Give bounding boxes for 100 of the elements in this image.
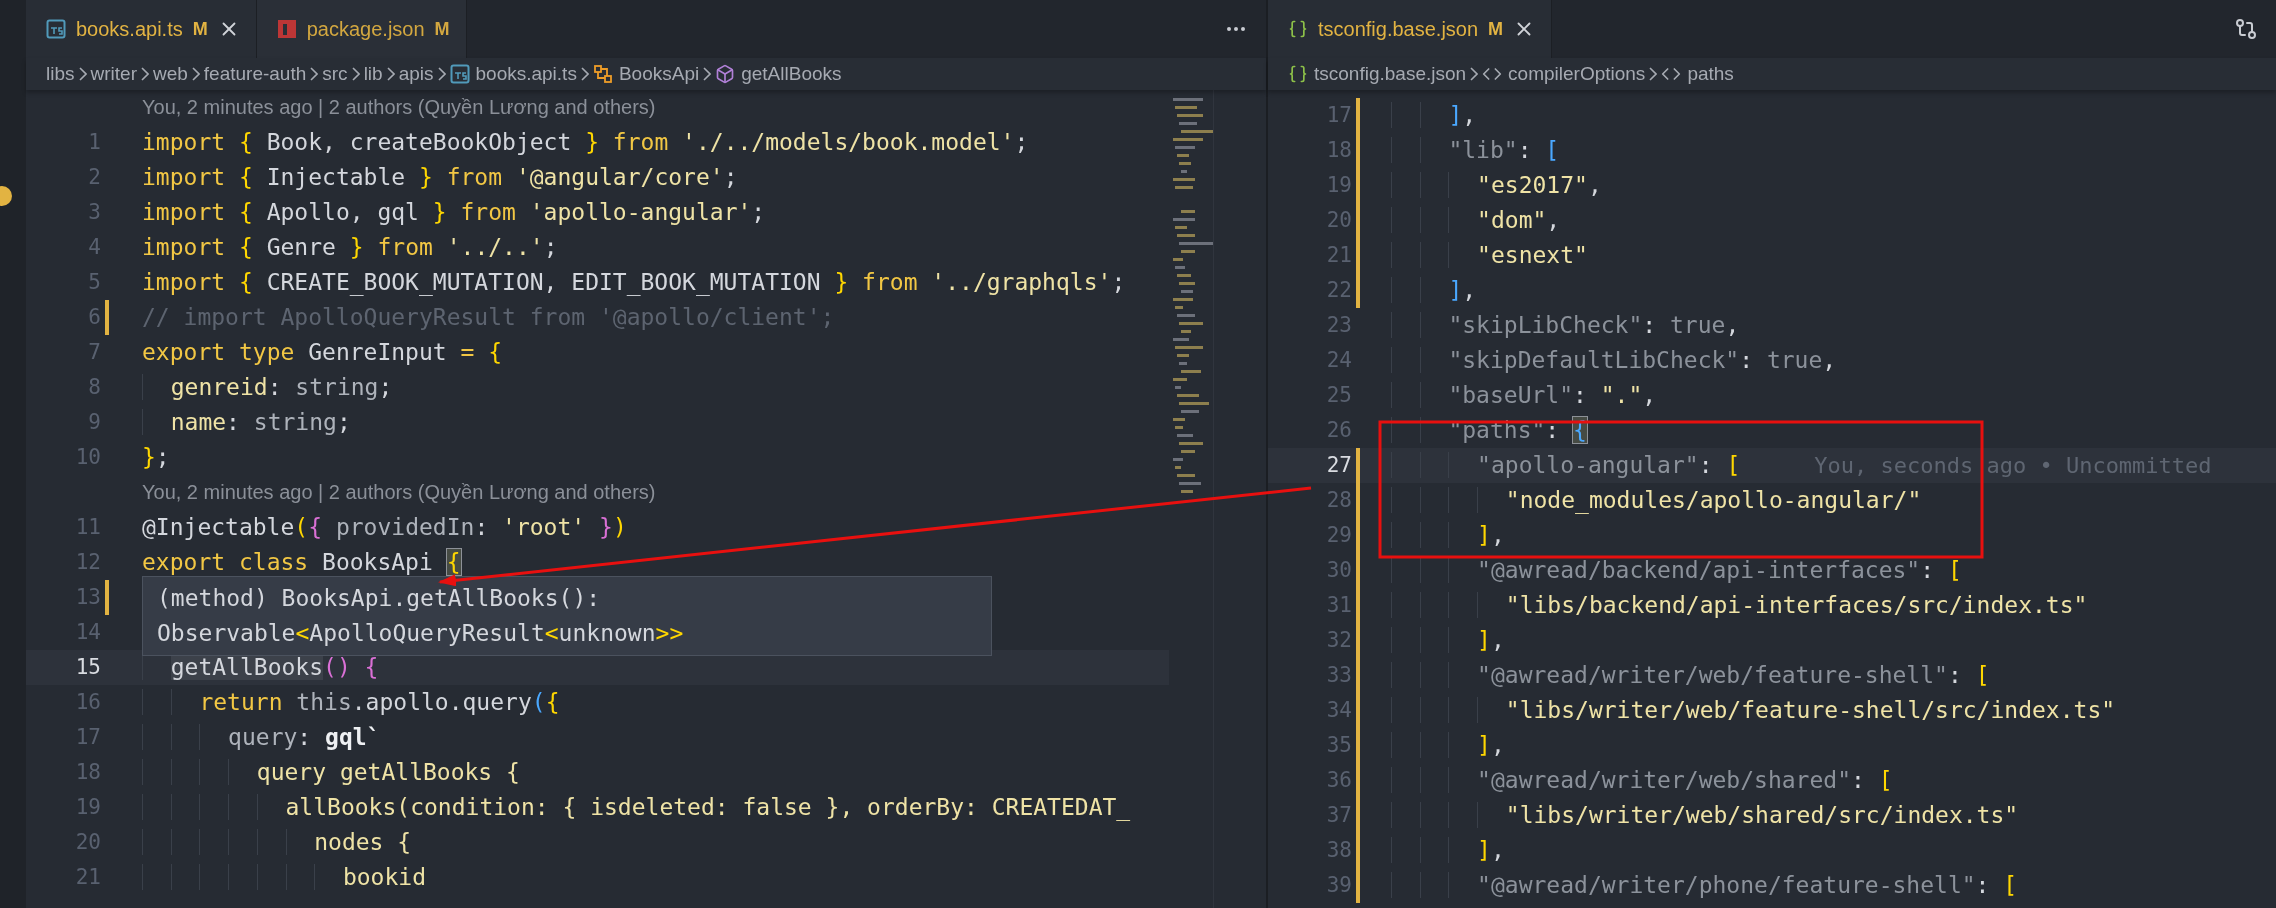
line-number: 8 [87, 374, 101, 401]
code-line: @Injectable({ providedIn: 'root' }) [142, 513, 627, 542]
line-number: 29 [1325, 522, 1352, 549]
breadcrumb-item[interactable]: web [152, 63, 188, 85]
code-line: "lib": [ [1391, 133, 1560, 168]
code-line: export class BooksApi { [142, 548, 461, 577]
editor-tab[interactable]: package.json M [256, 0, 467, 58]
line-number: 30 [1325, 557, 1352, 584]
line-number: 20 [1325, 207, 1352, 234]
breadcrumb-item[interactable]: feature-auth [203, 63, 307, 85]
breadcrumb-item[interactable]: compilerOptions [1482, 63, 1646, 85]
hover-tooltip: (method) BooksApi.getAllBooks(): Observable<ApolloQueryResult<unknown>> [142, 576, 992, 656]
line-number: 18 [74, 759, 101, 786]
chevron-right-icon [140, 67, 149, 81]
code-line: "libs/writer/web/shared/src/index.ts" [1391, 798, 2019, 833]
code-line: query: gql` [142, 720, 381, 755]
chevron-right-icon [191, 67, 200, 81]
line-number: 22 [1325, 277, 1352, 304]
line-number: 27 [1325, 452, 1352, 479]
blame-annotation[interactable]: You, 2 minutes ago | 2 authors (Quyền Lương and others) [142, 90, 656, 125]
line-number: 39 [1325, 872, 1352, 899]
line-number: 21 [1325, 242, 1352, 269]
line-number: 33 [1325, 662, 1352, 689]
line-number: 25 [1325, 382, 1352, 409]
breadcrumb-item[interactable]: apis [398, 63, 434, 85]
line-number: 3 [87, 199, 101, 226]
breadcrumb-item[interactable]: writer [90, 63, 137, 85]
code-line: bookid [142, 860, 426, 895]
class-icon [592, 64, 613, 84]
code-line: ], [1391, 273, 1477, 308]
line-number: 38 [1325, 837, 1352, 864]
line-number: 36 [1325, 767, 1352, 794]
line-number: 18 [1325, 137, 1352, 164]
blame-annotation[interactable]: You, 2 minutes ago | 2 authors (Quyền Lương and others) [142, 475, 656, 510]
code-line: ], [1391, 728, 1505, 763]
code-line: return this.apollo.query({ [142, 685, 560, 720]
breadcrumb-item[interactable]: tsconfig.base.json [1288, 63, 1467, 85]
code-line: genreid: string; [142, 370, 393, 405]
line-number: 20 [74, 829, 101, 856]
chevron-right-icon [310, 67, 319, 81]
line-number: 9 [87, 409, 101, 436]
typescript-file-icon [449, 64, 470, 84]
code-line: "node_modules/apollo-angular/" [1391, 483, 1922, 518]
code-line: ], [1391, 623, 1505, 658]
breadcrumb-item[interactable]: src [322, 63, 348, 85]
compare-changes-icon[interactable] [2234, 17, 2258, 41]
code-line: import { Genre } from '../..'; [142, 233, 558, 262]
code-line: "@awread/writer/web/feature-shell": [ [1391, 658, 1990, 693]
code-line: "skipLibCheck": true, [1391, 308, 1740, 343]
breadcrumb-item[interactable]: books.api.ts [449, 63, 577, 85]
line-number: 31 [1325, 592, 1352, 619]
line-number: 11 [74, 514, 101, 541]
chevron-right-icon [1470, 67, 1479, 81]
line-number: 6 [87, 304, 101, 331]
line-number: 19 [74, 794, 101, 821]
chevron-right-icon [437, 67, 446, 81]
breadcrumb-item[interactable]: lib [363, 63, 383, 85]
code-line: "baseUrl": ".", [1391, 378, 1657, 413]
code-line: ], [1391, 833, 1505, 868]
editor-tab[interactable]: tsconfig.base.json M [1268, 0, 1553, 58]
breadcrumb-item[interactable]: BooksApi [592, 63, 700, 85]
line-number: 13 [74, 584, 101, 611]
line-number: 32 [1325, 627, 1352, 654]
code-line: query getAllBooks { [142, 755, 520, 790]
chevron-right-icon [1649, 67, 1658, 81]
code-line: name: string; [142, 405, 351, 440]
code-line: }; [142, 443, 170, 472]
code-line: "libs/backend/api-interfaces/src/index.ts" [1391, 588, 2088, 623]
chevron-right-icon [580, 67, 589, 81]
line-number: 7 [87, 339, 101, 366]
code-line: export type GenreInput = { [142, 338, 503, 367]
braces-file-icon [1288, 64, 1308, 84]
code-line: "@awread/writer/phone/feature-shell": [ [1391, 868, 2018, 903]
code-line: "libs/writer/web/feature-shell/src/index.ts" [1391, 693, 2116, 728]
code-line: "es2017", [1391, 168, 1602, 203]
breadcrumb-item[interactable]: paths [1661, 63, 1734, 85]
line-number: 10 [74, 444, 101, 471]
code-line: ], [1391, 518, 1505, 553]
code-line: "dom", [1391, 203, 1561, 238]
code-line: "@awread/backend/api-interfaces": [ [1391, 553, 1962, 588]
code-line: "esnext" [1391, 238, 1588, 273]
line-number: 34 [1325, 697, 1352, 724]
chevron-right-icon [703, 67, 712, 81]
chevron-right-icon [351, 67, 360, 81]
breadcrumb-item[interactable]: libs [46, 63, 75, 85]
line-number: 28 [1325, 487, 1352, 514]
typescript-file-icon [46, 19, 66, 39]
code-line: // import ApolloQueryResult from '@apollo/client'; [142, 303, 835, 332]
line-number: 15 [74, 654, 101, 681]
editor-tab[interactable]: books.api.ts M [26, 0, 257, 58]
line-number: 12 [74, 549, 101, 576]
code-line: "@awread/writer/web/shared": [ [1391, 763, 1893, 798]
line-number: 35 [1325, 732, 1352, 759]
code-line: import { Apollo, gql } from 'apollo-angular'; [142, 198, 766, 227]
line-number: 16 [74, 689, 101, 716]
line-number: 14 [74, 619, 101, 646]
chevron-right-icon [386, 67, 395, 81]
breadcrumb-item[interactable]: getAllBooks [715, 63, 842, 85]
code-line: import { Injectable } from '@angular/core'; [142, 163, 738, 192]
code-line: ], [1391, 98, 1477, 133]
